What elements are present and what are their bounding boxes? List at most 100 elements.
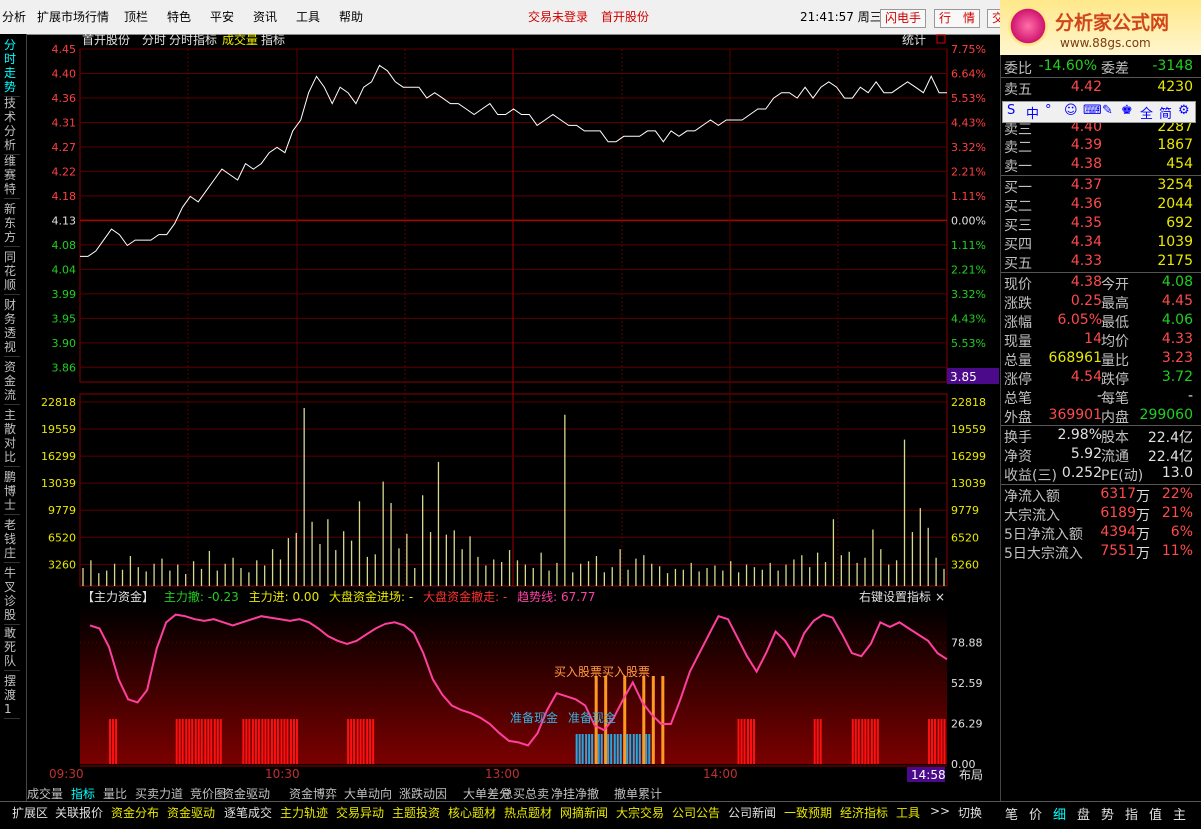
simplified-icon[interactable]: 简: [1159, 103, 1172, 122]
left-tab-niucha[interactable]: 牛叉诊股: [4, 566, 20, 625]
indicator-tab[interactable]: 资金博弈: [289, 785, 337, 802]
main-force-bar: [283, 719, 286, 764]
indicator-tab[interactable]: 买卖力道: [135, 785, 183, 802]
quote-detail-tab[interactable]: 值: [1149, 804, 1162, 823]
indicator-tab[interactable]: 指标: [71, 785, 95, 802]
indicator-tab[interactable]: 资金驱动: [222, 785, 270, 802]
menu-item-help[interactable]: 帮助: [339, 8, 363, 25]
quote-button[interactable]: 行 情: [934, 9, 981, 28]
main-force-bar: [295, 719, 298, 764]
indicator-tab[interactable]: 量比: [103, 785, 127, 802]
skin-icon[interactable]: ♚: [1121, 103, 1133, 118]
left-tab-baidu[interactable]: 摆渡1: [4, 674, 20, 719]
ready-cash-bar: [619, 734, 622, 764]
left-tab-intraday[interactable]: 分时走势: [4, 38, 20, 97]
quote-detail-tab[interactable]: 指: [1125, 804, 1138, 823]
price-tick-label: 4.22: [52, 165, 77, 178]
indicator-tab[interactable]: 总买总卖: [501, 785, 549, 802]
left-tab-tonghuashun[interactable]: 同花顺: [4, 250, 20, 295]
quote-detail-tab[interactable]: 主: [1173, 804, 1186, 823]
fullwidth-icon[interactable]: 全: [1140, 103, 1153, 122]
indicator-tab[interactable]: 撤单累计: [614, 785, 662, 802]
indicator-tab[interactable]: 涨跌动因: [399, 785, 447, 802]
indicator-tab[interactable]: 竞价图: [190, 785, 226, 802]
extension-tab[interactable]: 切换: [958, 804, 982, 821]
quote-detail-tab[interactable]: 笔: [1005, 804, 1018, 823]
settings-icon[interactable]: ⚙: [1178, 103, 1190, 118]
main-force-bar: [216, 719, 219, 764]
extension-tab[interactable]: 交易异动: [336, 804, 384, 821]
main-force-bar: [280, 719, 283, 764]
price-tick-label: 4.08: [52, 239, 77, 252]
left-tab-gansidui[interactable]: 敢死队: [4, 626, 20, 671]
extension-tab[interactable]: 扩展区: [12, 804, 48, 821]
extension-tab[interactable]: 资金驱动: [167, 804, 215, 821]
menu-item-topbar[interactable]: 顶栏: [124, 8, 148, 25]
chinese-mode-icon[interactable]: 中: [1026, 103, 1039, 122]
extension-tab[interactable]: 工具: [896, 804, 920, 821]
intraday-chart[interactable]: 首开股份 分时 分时指标 成交量 指标 统计 4.454.404.364.314…: [27, 34, 999, 784]
chart-tab-intraday-indicator[interactable]: 分时指标: [169, 34, 217, 47]
menu-item-ext-market[interactable]: 扩展市场行情: [37, 8, 109, 25]
extension-tab[interactable]: 关联报价: [55, 804, 103, 821]
login-status[interactable]: 交易未登录: [528, 8, 588, 25]
left-tab-fundflow[interactable]: 资金流: [4, 360, 20, 405]
stats-button[interactable]: 统计: [902, 34, 926, 47]
extension-tab[interactable]: 逐笔成交: [224, 804, 272, 821]
extension-tab[interactable]: 大宗交易: [616, 804, 664, 821]
flow-label: 大宗流入: [1004, 508, 1060, 524]
indicator-settings-hint[interactable]: 右键设置指标: [859, 589, 931, 604]
stat-row: 现量 14 均价 4.33: [1001, 331, 1196, 350]
indicator-label-big-out: 大盘资金撤走:: [423, 589, 499, 604]
keyboard-icon[interactable]: ⌨: [1083, 103, 1102, 118]
extension-tab[interactable]: 主题投资: [392, 804, 440, 821]
menu-item-pingan[interactable]: 平安: [210, 8, 234, 25]
chart-tab-indicator[interactable]: 指标: [261, 34, 285, 47]
emoji-icon[interactable]: ☺: [1064, 103, 1078, 118]
indicator-tab[interactable]: 成交量: [27, 785, 63, 802]
indicator-tab[interactable]: 净挂净撤: [551, 785, 599, 802]
stat-value: 369901: [1048, 407, 1102, 423]
extension-tab[interactable]: 网摘新闻: [560, 804, 608, 821]
left-tab-technical[interactable]: 技术分析: [4, 96, 20, 155]
left-tab-laoqianzhuang[interactable]: 老钱庄: [4, 518, 20, 563]
flash-trade-button[interactable]: 闪电手: [880, 9, 927, 28]
menu-item-tools[interactable]: 工具: [296, 8, 320, 25]
left-tabs: 分时走势 技术分析 维赛特 新东方 同花顺 财务透视 资金流 主散对比 鹏博士 …: [0, 34, 27, 801]
extension-tab[interactable]: 核心题材: [448, 804, 496, 821]
extension-tab[interactable]: 公司新闻: [728, 804, 776, 821]
layout-button[interactable]: 布局: [959, 768, 983, 782]
buy-signal-bar: [623, 676, 627, 764]
extension-tab[interactable]: 主力轨迹: [280, 804, 328, 821]
extension-tab[interactable]: 资金分布: [111, 804, 159, 821]
quote-detail-tab[interactable]: 盘: [1077, 804, 1090, 823]
left-tab-pengboshi[interactable]: 鹏博士: [4, 470, 20, 515]
chart-tab-intraday[interactable]: 分时: [142, 34, 166, 47]
menu-item-analysis[interactable]: 分析: [2, 8, 26, 25]
main-force-bar: [185, 719, 188, 764]
quote-detail-tab[interactable]: 细: [1053, 804, 1066, 823]
sogou-icon[interactable]: S: [1007, 103, 1015, 118]
extension-tab[interactable]: 热点题材: [504, 804, 552, 821]
extension-tab[interactable]: 一致预期: [784, 804, 832, 821]
left-tab-finance[interactable]: 财务透视: [4, 298, 20, 357]
handwrite-icon[interactable]: ✎: [1102, 103, 1113, 118]
main-force-bar: [270, 719, 273, 764]
stat-label-2: 跌停: [1101, 372, 1129, 388]
indicator-tab[interactable]: 大单动向: [344, 785, 392, 802]
indicator-close-icon[interactable]: ×: [935, 590, 945, 604]
extension-tab[interactable]: 经济指标: [840, 804, 888, 821]
extension-tab[interactable]: >>: [930, 804, 950, 818]
extension-tab[interactable]: 公司公告: [672, 804, 720, 821]
chart-close-icon[interactable]: [936, 34, 946, 44]
stat-value: 668961: [1048, 350, 1102, 366]
left-tab-main-vs-retail[interactable]: 主散对比: [4, 408, 20, 467]
left-tab-weisaite[interactable]: 维赛特: [4, 154, 20, 199]
punct-icon[interactable]: °: [1045, 103, 1052, 118]
quote-detail-tab[interactable]: 势: [1101, 804, 1114, 823]
left-tab-xindongfang[interactable]: 新东方: [4, 202, 20, 247]
menu-item-special[interactable]: 特色: [167, 8, 191, 25]
menu-item-news[interactable]: 资讯: [253, 8, 277, 25]
chart-tab-volume[interactable]: 成交量: [222, 34, 258, 47]
quote-detail-tab[interactable]: 价: [1029, 804, 1042, 823]
